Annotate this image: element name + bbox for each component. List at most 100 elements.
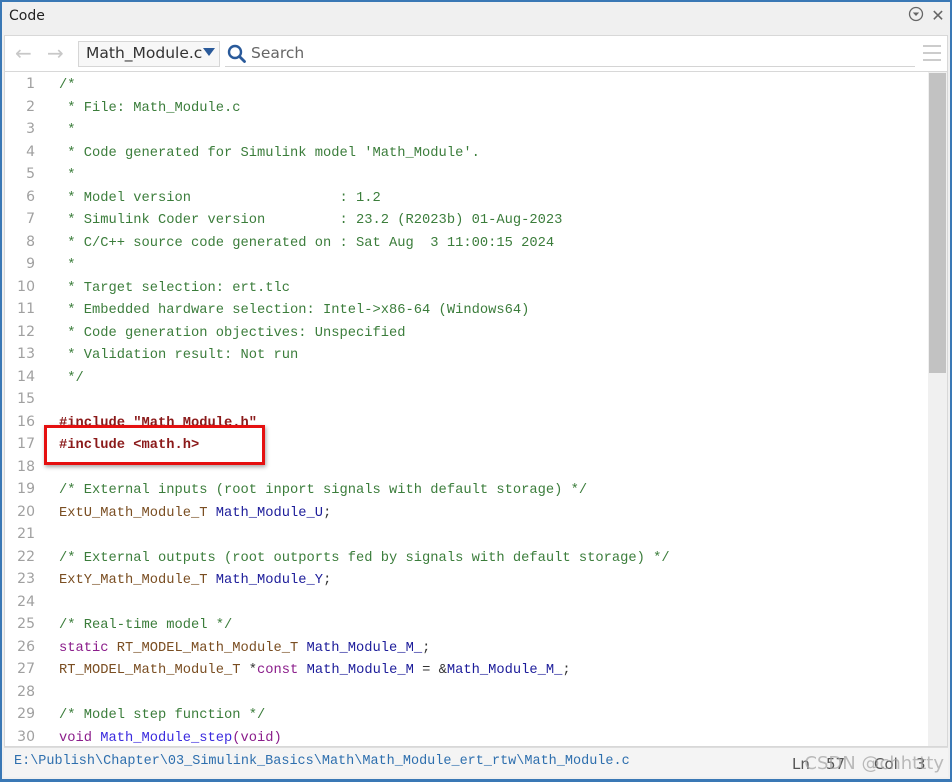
line-number: 4 [26,143,35,160]
code-line: 27 RT_MODEL_Math_Module_T *const Math_Mod… [5,658,927,681]
line-number: 12 [17,323,35,340]
code-token: static [59,640,117,656]
code-token: ; [323,505,332,521]
code-line: 25 /* Real-time model */ [5,613,927,636]
code-line: 9 * [5,253,927,276]
code-token: /* Real-time model */ [59,618,233,633]
code-line: 28 [5,681,927,704]
line-number: 7 [26,211,35,227]
code-token: */ [59,370,84,386]
line-number: 11 [17,301,35,317]
code-token: * Target selection: ert.tlc [59,280,291,296]
code-token: /* External inputs (root inport signals … [59,483,588,498]
line-number: 25 [17,616,35,632]
line-number: 26 [17,638,35,655]
line-number: 2 [26,98,35,115]
code-token: * [248,663,258,678]
line-number: 27 [17,661,35,677]
code-line: 13 * Validation result: Not run [5,343,927,366]
code-line: 10 * Target selection: ert.tlc [5,276,927,299]
back-arrow-icon[interactable]: ← [15,42,32,64]
line-number: 29 [17,706,35,722]
code-line: 29 /* Model step function */ [5,703,927,726]
code-line: 11 * Embedded hardware selection: Intel-… [5,298,927,321]
code-line: 7 * Simulink Coder version : 23.2 (R2023… [5,208,927,231]
code-line: 20 ExtU_Math_Module_T Math_Module_U; [5,501,927,524]
file-path: E:\Publish\Chapter\03_Simulink_Basics\Ma… [14,754,630,769]
window-title: Code [9,8,45,24]
line-number: 15 [17,391,35,407]
line-number: 22 [17,548,35,565]
line-number: 20 [17,503,35,520]
code-line: 1 /* [5,73,927,96]
scrollbar-thumb[interactable] [929,73,946,373]
code-token: * [59,168,76,183]
file-selector[interactable]: Math_Module.c [78,41,220,67]
code-window: Code ✕ ← → Math_Module.c Search 1 /* 2 * F… [2,2,950,779]
code-token: /* External outputs (root outports fed b… [59,550,670,566]
code-token: * Validation result: Not run [59,348,299,363]
code-line: 15 [5,388,927,411]
code-token: * Model version : 1.2 [59,190,381,206]
code-line: 3 * [5,118,927,141]
code-line: 12 * Code generation objectives: Unspeci… [5,321,927,344]
code-token: /* [59,78,76,93]
code-token: Math_Module_M_ [306,640,423,656]
line-number: 16 [17,413,35,430]
line-number: 9 [26,256,35,272]
code-line: 8 * C/C++ source code generated on : Sat… [5,231,927,254]
code-token: ExtU_Math_Module_T [59,505,216,521]
code-editor[interactable]: 1/* 2 * File: Math_Module.c 3 * 4 * Code ge… [4,71,948,747]
toolbar: ← → Math_Module.c Search [4,35,948,71]
code-token: ; [422,640,431,656]
line-number: 19 [17,481,35,497]
code-token: * [59,258,76,273]
code-token: * File: Math_Module.c [59,100,241,116]
code-token: Math_Module_Y [215,573,324,588]
code-line: 23 ExtY_Math_Module_T Math_Module_Y; [5,568,927,591]
line-number: 24 [17,593,35,610]
code-token: Math_Module_step [100,730,233,746]
code-line: 2 * File: Math_Module.c [5,96,927,119]
code-token: * Embedded hardware selection: Intel->x8… [59,303,530,318]
code-token: * C/C++ source code generated on : Sat A… [59,235,555,251]
code-token: Math_Module_M_ [446,663,563,678]
code-line: 5 * [5,163,927,186]
code-token: /* Model step function */ [59,708,266,723]
code-line: 4 * Code generated for Simulink model 'M… [5,141,927,164]
chevron-down-icon [203,48,215,56]
line-number: 30 [17,728,35,745]
code-token: (void) [232,730,282,746]
search-input[interactable]: Search [225,40,915,67]
highlight-box [44,425,265,465]
line-number: 18 [17,458,35,475]
code-token: Math_Module_M [306,663,414,678]
menu-icon[interactable] [923,45,941,66]
search-placeholder: Search [251,44,305,62]
code-token: RT_MODEL_Math_Module_T [116,640,307,656]
line-number: 10 [17,278,35,295]
line-number: 21 [17,526,35,542]
code-line: 30 void Math_Module_step(void) [5,726,927,747]
file-selector-value: Math_Module.c [86,44,203,62]
code-token: ExtY_Math_Module_T [59,573,216,588]
options-dropdown-icon[interactable] [906,6,926,26]
search-icon [227,44,246,63]
code-token: ; [323,573,332,588]
code-token: * Simulink Coder version : 23.2 (R2023b)… [59,213,563,228]
code-line: 21 [5,523,927,546]
line-number: 23 [17,571,35,587]
line-number: 1 [26,76,35,92]
close-icon[interactable]: ✕ [928,6,948,26]
watermark: CSDN @chhttty [804,753,944,774]
forward-arrow-icon[interactable]: → [47,42,64,64]
vertical-scrollbar[interactable] [928,72,947,746]
line-number: 6 [26,188,35,205]
code-line: 14 */ [5,366,927,389]
code-line: 24 [5,591,927,614]
line-number: 3 [26,121,35,137]
code-token: ; [562,663,571,678]
code-lines: 1/* 2 * File: Math_Module.c 3 * 4 * Code ge… [5,73,927,747]
code-token: * Code generated for Simulink model 'Mat… [59,145,480,161]
code-token: Math_Module_U [215,505,324,521]
